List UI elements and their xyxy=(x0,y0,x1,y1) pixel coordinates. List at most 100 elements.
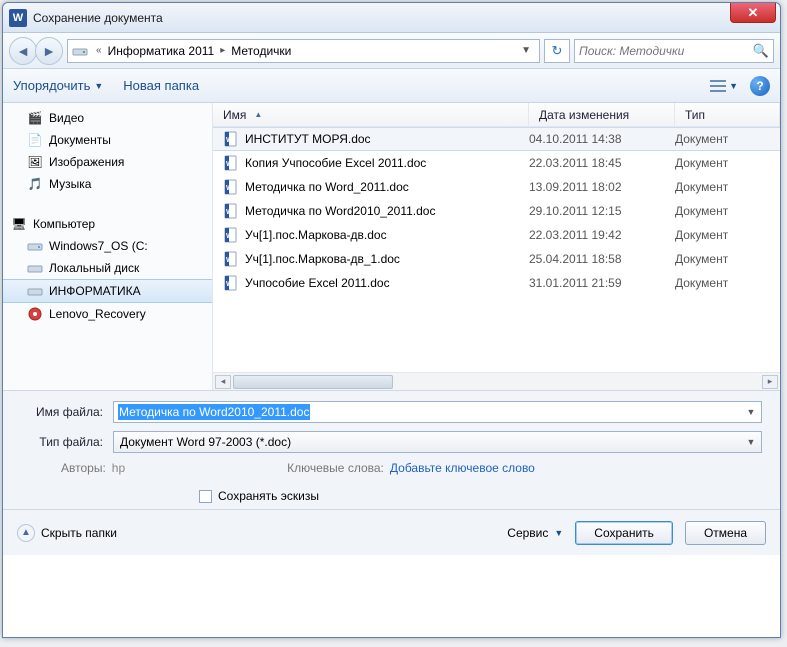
save-dialog-window: W Сохранение документа ✕ ◄ ► « Информати… xyxy=(2,2,781,638)
chevron-left-icon: « xyxy=(96,45,102,56)
dialog-body: 🎬Видео📄Документы 🖼 Изображения 🎵Музыка 🖥Комп… xyxy=(3,103,780,391)
help-button[interactable]: ? xyxy=(750,76,770,96)
filetype-dropdown[interactable]: ▼ xyxy=(743,437,759,447)
sidebar-drive-item[interactable]: Локальный диск xyxy=(3,257,212,279)
file-name: Уч[1].пос.Маркова-дв_1.doc xyxy=(245,252,400,266)
file-row[interactable]: W Уч[1].пос.Маркова-дв.doc 22.03.2011 19:4… xyxy=(213,223,780,247)
sort-asc-icon: ▲ xyxy=(254,110,262,119)
sidebar-item-label: Документы xyxy=(49,133,111,147)
sidebar-item-label: Музыка xyxy=(49,177,91,191)
column-date[interactable]: Дата изменения xyxy=(529,103,675,126)
file-name: Уч[1].пос.Маркова-дв.doc xyxy=(245,228,387,242)
file-row[interactable]: WИНСТИТУТ МОРЯ.doc04.10.2011 14:38Докуме… xyxy=(213,127,780,151)
organize-button[interactable]: Упорядочить ▼ xyxy=(13,78,103,93)
word-doc-icon: W xyxy=(223,227,239,243)
filetype-label: Тип файла: xyxy=(21,435,113,449)
refresh-button[interactable]: ↻ xyxy=(544,39,570,63)
sidebar-item-label: Lenovo_Recovery xyxy=(49,307,146,321)
scroll-right-arrow[interactable]: ▸ xyxy=(762,375,778,389)
authors-value[interactable]: hp xyxy=(112,461,125,475)
word-doc-icon: W xyxy=(223,275,239,291)
tools-menu[interactable]: Сервис ▼ xyxy=(507,526,563,540)
address-bar[interactable]: « Информатика 2011 ▸ Методички ▼ xyxy=(67,39,540,63)
breadcrumb-segment[interactable]: Информатика 2011 xyxy=(106,42,217,60)
chevron-down-icon: ▼ xyxy=(729,81,738,91)
collapse-icon: ▲ xyxy=(17,524,35,542)
sidebar-library-item[interactable]: 🎬Видео xyxy=(3,107,212,129)
scroll-thumb[interactable] xyxy=(233,375,393,389)
authors-label: Авторы: xyxy=(61,461,106,475)
sidebar-item-label: Windows7_OS (C: xyxy=(49,239,148,253)
file-row[interactable]: WКопия Учпособие Excel 2011.doc22.03.201… xyxy=(213,151,780,175)
svg-text:W: W xyxy=(226,137,233,144)
word-doc-icon: W xyxy=(223,131,239,147)
form-area: Имя файла: Методичка по Word2010_2011.do… xyxy=(3,391,780,509)
new-folder-button[interactable]: Новая папка xyxy=(123,78,199,93)
file-type: Документ xyxy=(675,276,780,290)
drive-icon xyxy=(27,238,43,254)
drive-icon xyxy=(27,283,43,299)
file-type: Документ xyxy=(675,252,780,266)
cancel-button[interactable]: Отмена xyxy=(685,521,766,545)
back-button[interactable]: ◄ xyxy=(9,37,37,65)
filename-dropdown[interactable]: ▼ xyxy=(743,407,759,417)
word-doc-icon: W xyxy=(223,155,239,171)
filename-value: Методичка по Word2010_2011.doc xyxy=(118,404,310,420)
svg-text:W: W xyxy=(226,233,233,240)
sidebar-library-item[interactable]: 🖼 Изображения xyxy=(3,151,212,173)
column-name[interactable]: Имя ▲ xyxy=(213,103,529,126)
file-type: Документ xyxy=(675,180,780,194)
forward-button[interactable]: ► xyxy=(35,37,63,65)
file-row[interactable]: WМетодичка по Word2010_2011.doc29.10.201… xyxy=(213,199,780,223)
save-thumbnails-label: Сохранять эскизы xyxy=(218,489,319,503)
chevron-down-icon: ▼ xyxy=(554,528,563,538)
scroll-left-arrow[interactable]: ◂ xyxy=(215,375,231,389)
hide-folders-toggle[interactable]: ▲ Скрыть папки xyxy=(17,524,117,542)
close-button[interactable]: ✕ xyxy=(730,3,776,23)
list-view-icon xyxy=(710,79,726,93)
file-row[interactable]: WУчпособие Excel 2011.doc31.01.2011 21:5… xyxy=(213,271,780,295)
sidebar-drive-item[interactable]: Windows7_OS (C: xyxy=(3,235,212,257)
save-button[interactable]: Сохранить xyxy=(575,521,673,545)
sidebar-library-item[interactable]: 🎵Музыка xyxy=(3,173,212,195)
address-dropdown[interactable]: ▼ xyxy=(517,45,535,56)
file-date: 13.09.2011 18:02 xyxy=(529,180,675,194)
file-type: Документ xyxy=(675,132,780,146)
sidebar-drive-item[interactable]: ИНФОРМАТИКА xyxy=(3,279,212,303)
search-box[interactable]: 🔍 xyxy=(574,39,774,63)
file-date: 25.04.2011 18:58 xyxy=(529,252,675,266)
word-doc-icon: W xyxy=(223,251,239,267)
arrow-right-icon: ► xyxy=(42,43,56,59)
word-app-icon: W xyxy=(9,9,27,27)
view-mode-button[interactable]: ▼ xyxy=(710,79,738,93)
filename-label: Имя файла: xyxy=(21,405,113,419)
column-type[interactable]: Тип xyxy=(675,103,780,126)
library-icon: 🎬 xyxy=(27,110,43,126)
sidebar-item-label: Компьютер xyxy=(33,217,95,231)
file-type: Документ xyxy=(675,156,780,170)
file-date: 04.10.2011 14:38 xyxy=(529,132,675,146)
sidebar: 🎬Видео📄Документы 🖼 Изображения 🎵Музыка 🖥Комп… xyxy=(3,103,213,390)
file-type: Документ xyxy=(675,204,780,218)
filename-input[interactable]: Методичка по Word2010_2011.doc ▼ xyxy=(113,401,762,423)
file-row[interactable]: WМетодичка по Word_2011.doc13.09.2011 18… xyxy=(213,175,780,199)
library-icon: 🖼 xyxy=(27,154,43,170)
file-row[interactable]: W Уч[1].пос.Маркова-дв_1.doc 25.04.2011 18… xyxy=(213,247,780,271)
filetype-value: Документ Word 97-2003 (*.doc) xyxy=(114,435,297,449)
keywords-add-link[interactable]: Добавьте ключевое слово xyxy=(390,461,535,475)
file-date: 22.03.2011 19:42 xyxy=(529,228,675,242)
titlebar: W Сохранение документа ✕ xyxy=(3,3,780,33)
file-date: 22.03.2011 18:45 xyxy=(529,156,675,170)
horizontal-scrollbar[interactable]: ◂ ▸ xyxy=(213,372,780,390)
sidebar-drive-item[interactable]: Lenovo_Recovery xyxy=(3,303,212,325)
search-input[interactable] xyxy=(579,44,749,58)
filetype-select[interactable]: Документ Word 97-2003 (*.doc) ▼ xyxy=(113,431,762,453)
sidebar-computer[interactable]: 🖥Компьютер xyxy=(3,213,212,235)
breadcrumb-segment[interactable]: Методички xyxy=(229,42,293,60)
file-type: Документ xyxy=(675,228,780,242)
sidebar-item-label: Изображения xyxy=(49,155,124,169)
window-title: Сохранение документа xyxy=(33,11,163,25)
sidebar-library-item[interactable]: 📄Документы xyxy=(3,129,212,151)
file-pane: Имя ▲ Дата изменения Тип WИНСТИТУТ МОРЯ.… xyxy=(213,103,780,390)
save-thumbnails-checkbox[interactable] xyxy=(199,490,212,503)
